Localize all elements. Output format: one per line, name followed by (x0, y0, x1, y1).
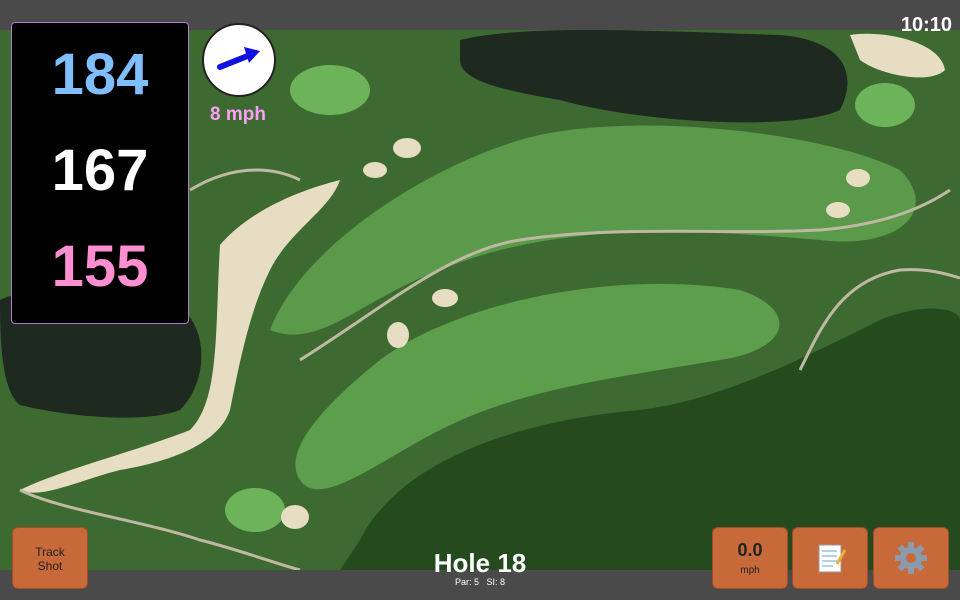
distance-back: 184 (51, 42, 149, 107)
hole-title: Hole 18 (433, 548, 527, 578)
wind-indicator (202, 23, 276, 97)
hole-stroke-index: SI: 8 (486, 577, 506, 587)
clock: 10:10 (900, 14, 952, 36)
speed-button[interactable]: 0.0 mph (712, 527, 788, 589)
track-shot-button[interactable]: Track Shot (12, 527, 88, 589)
track-shot-label-line2: Shot (37, 559, 63, 573)
track-shot-label-line1: Track (35, 545, 65, 559)
wind-speed-label: 8 mph (210, 104, 266, 125)
hole-meta: Par: 5 SI: 8 (380, 577, 580, 587)
speed-unit: mph (740, 565, 760, 576)
notepad-icon (818, 544, 847, 573)
settings-button[interactable] (873, 527, 949, 589)
distance-front: 155 (51, 234, 149, 299)
distance-middle: 167 (51, 138, 149, 203)
hole-par: Par: 5 (454, 577, 479, 587)
gear-icon (895, 542, 927, 574)
notes-button[interactable] (792, 527, 868, 589)
distance-panel: 184 167 155 (11, 22, 189, 324)
arrow-right-up-icon (217, 47, 260, 70)
speed-value: 0.0 (737, 540, 763, 560)
